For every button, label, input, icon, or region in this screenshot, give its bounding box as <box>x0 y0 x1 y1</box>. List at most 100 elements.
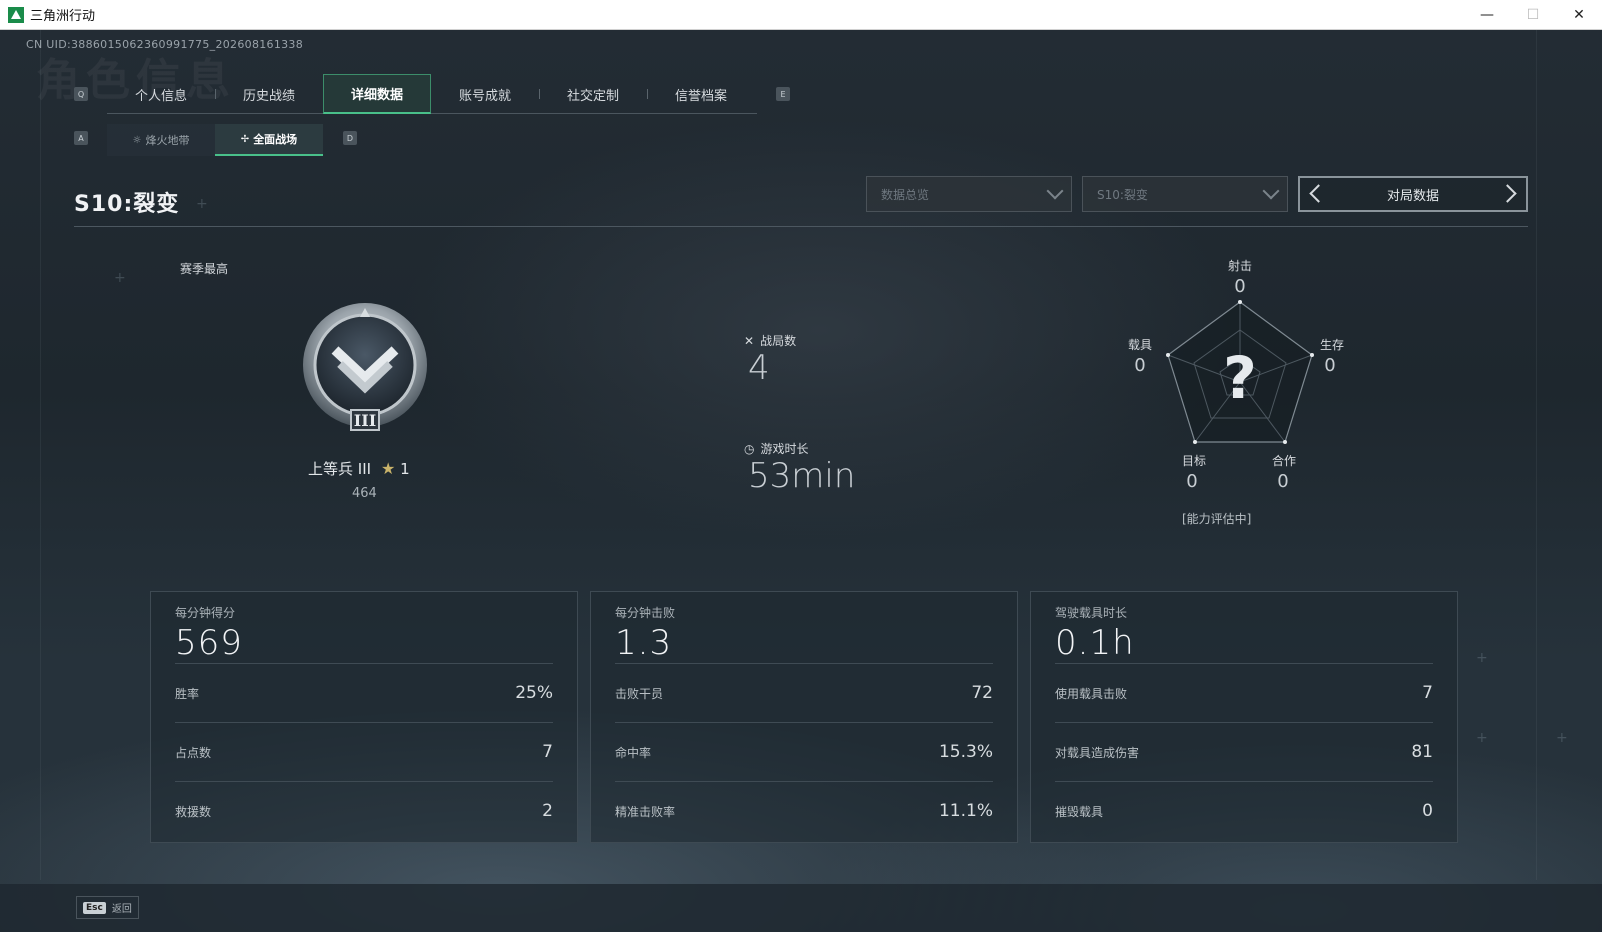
stat-card-kills: 每分钟击败 1.3 击败干员 72 命中率 15.3% 精准击败率 11.1% <box>590 591 1018 843</box>
season-select[interactable]: S10:裂变 <box>1082 176 1288 212</box>
maximize-button[interactable]: ☐ <box>1510 0 1556 30</box>
subtab-prev-key[interactable]: A <box>74 131 88 145</box>
crosshair-icon: ✢ <box>240 133 250 145</box>
stat-label: 命中率 <box>615 745 652 760</box>
subtab-label: 烽火地带 <box>145 134 190 147</box>
tab-personal-info[interactable]: 个人信息 <box>107 74 215 114</box>
radar-label-shooting: 射击 <box>1227 259 1252 273</box>
close-button[interactable]: ✕ <box>1556 0 1602 30</box>
tab-next-key[interactable]: E <box>776 87 790 101</box>
data-type-select[interactable]: 数据总览 <box>866 176 1072 212</box>
stat-row: 占点数 7 <box>175 722 553 781</box>
card-head-label: 每分钟得分 <box>175 606 236 620</box>
back-label: 返回 <box>111 904 132 915</box>
decor-line <box>1536 30 1537 880</box>
tab-reputation[interactable]: 信誉档案 <box>647 74 755 114</box>
mode-tabs: ☼ 烽火地带 ✢ 全面战场 <box>107 124 323 156</box>
matches-value: 4 <box>748 348 770 388</box>
tab-prev-key[interactable]: Q <box>74 87 88 101</box>
window-controls: — ☐ ✕ <box>1464 0 1602 30</box>
window-title: 三角洲行动 <box>30 8 96 23</box>
stat-value: 25% <box>515 683 553 703</box>
stat-row: 胜率 25% <box>175 663 553 722</box>
subtab-next-key[interactable]: D <box>343 131 357 145</box>
clock-icon: ◷ <box>744 441 755 456</box>
stat-value: 15.3% <box>938 742 993 762</box>
radar-value-shooting: 0 <box>1234 276 1246 297</box>
chevron-down-icon <box>1046 182 1064 200</box>
minimize-button[interactable]: — <box>1464 0 1510 30</box>
decor-plus-icon: + <box>114 270 126 286</box>
decor-plus-icon: + <box>1476 650 1488 666</box>
stat-row: 命中率 15.3% <box>615 722 993 781</box>
esc-key-icon: Esc <box>83 901 106 914</box>
stat-row: 击败干员 72 <box>615 663 993 722</box>
chevron-down-icon <box>1262 182 1280 200</box>
stat-value: 72 <box>971 683 993 703</box>
stat-label: 对载具造成伤害 <box>1055 745 1140 760</box>
stat-label: 占点数 <box>175 745 212 760</box>
tab-history[interactable]: 历史战绩 <box>215 74 323 114</box>
pager-label: 对局数据 <box>1386 188 1439 204</box>
stat-label: 救援数 <box>175 804 212 819</box>
star-icon: ★ <box>381 459 396 478</box>
playtime-label-text: 游戏时长 <box>760 442 809 456</box>
radar-label-survival: 生存 <box>1319 338 1344 352</box>
stat-label: 精准击败率 <box>615 804 676 819</box>
radar-label-teamwork: 合作 <box>1271 454 1296 468</box>
stat-card-score: 每分钟得分 569 胜率 25% 占点数 7 救援数 2 <box>150 591 578 843</box>
stat-row: 精准击败率 11.1% <box>615 781 993 840</box>
stat-label: 击败干员 <box>615 686 664 701</box>
rank-title: 上等兵 III <box>308 460 372 478</box>
decor-plus-icon: + <box>196 196 208 212</box>
card-head-value: 0.1h <box>1055 623 1135 663</box>
data-type-value: 数据总览 <box>881 187 930 202</box>
matches-label: ✕ 战局数 <box>744 332 796 349</box>
radar-value-objective: 0 <box>1186 471 1198 492</box>
stat-label: 胜率 <box>175 686 200 701</box>
stat-value: 7 <box>1422 683 1433 703</box>
crossed-swords-icon: ✕ <box>744 333 755 348</box>
stat-label: 摧毁载具 <box>1055 804 1104 819</box>
stat-row: 救援数 2 <box>175 781 553 840</box>
subtab-warzone[interactable]: ☼ 烽火地带 <box>107 124 215 156</box>
radar-status: [能力评估中] <box>1182 512 1252 526</box>
playtime-label: ◷ 游戏时长 <box>744 440 809 457</box>
window-titlebar: 三角洲行动 — ☐ ✕ <box>0 0 1602 30</box>
season-select-value: S10:裂变 <box>1097 187 1148 202</box>
back-button[interactable]: Esc 返回 <box>76 896 139 919</box>
matches-label-text: 战局数 <box>760 334 797 348</box>
playtime-value: 53min <box>748 456 856 496</box>
tab-social[interactable]: 社交定制 <box>539 74 647 114</box>
decor-plus-icon: + <box>1556 730 1568 746</box>
tab-achievements[interactable]: 账号成就 <box>431 74 539 114</box>
card-head-value: 569 <box>175 623 243 663</box>
stat-value: 11.1% <box>938 801 993 821</box>
match-data-pager: 对局数据 <box>1298 176 1528 212</box>
subtab-label: 全面战场 <box>253 133 298 146</box>
radar-value-vehicle: 0 <box>1134 355 1146 376</box>
season-title: S10:裂变 <box>74 192 180 217</box>
next-arrow-icon[interactable] <box>1498 184 1517 203</box>
stat-value: 7 <box>542 742 553 762</box>
rank-score: 464 <box>352 486 377 501</box>
rank-stars: ★ 1 <box>381 459 410 478</box>
decor-line <box>40 30 41 880</box>
rank-badge-icon: III <box>303 303 427 431</box>
footer-bar: Esc 返回 <box>0 884 1602 932</box>
stat-label: 使用载具击败 <box>1055 686 1128 701</box>
tab-detailed-data[interactable]: 详细数据 <box>323 74 431 114</box>
sun-icon: ☼ <box>132 134 142 146</box>
card-head-label: 驾驶载具时长 <box>1055 606 1128 620</box>
stat-value: 81 <box>1411 742 1433 762</box>
stat-value: 0 <box>1422 801 1433 821</box>
svg-text:III: III <box>354 411 376 430</box>
stat-value: 2 <box>542 801 553 821</box>
subtab-full-battlefield[interactable]: ✢ 全面战场 <box>215 124 323 156</box>
radar-value-survival: 0 <box>1324 355 1336 376</box>
card-head-value: 1.3 <box>615 623 673 663</box>
stat-row: 使用载具击败 7 <box>1055 663 1433 722</box>
prev-arrow-icon[interactable] <box>1309 184 1328 203</box>
stat-row: 摧毁载具 0 <box>1055 781 1433 840</box>
radar-center-mark: ? <box>1223 344 1257 412</box>
